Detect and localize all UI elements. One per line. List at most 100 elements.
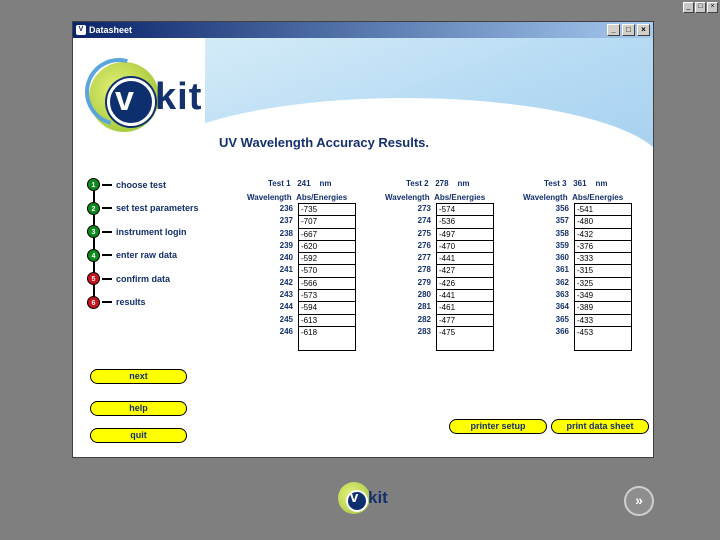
step-set-test-parameters[interactable]: 2 set test parameters: [87, 197, 199, 221]
abs-cell[interactable]: -432: [575, 229, 631, 241]
abs-cell[interactable]: -376: [575, 241, 631, 254]
step-label: enter raw data: [116, 250, 178, 261]
abs-cell[interactable]: -333: [575, 253, 631, 266]
vkit-logo: v kit: [73, 45, 211, 142]
abs-cell[interactable]: -470: [437, 241, 493, 254]
abs-cell[interactable]: -707: [299, 216, 355, 229]
wavelength-cell: 366: [555, 326, 569, 336]
printer-setup-button[interactable]: printer setup: [449, 419, 547, 434]
abs-cell[interactable]: -349: [575, 290, 631, 303]
abs-cell[interactable]: -566: [299, 278, 355, 291]
test-3-columns: Wavelength Abs/Energies: [523, 193, 624, 202]
step-6-icon: 6: [87, 295, 100, 309]
abs-cell[interactable]: -618: [299, 327, 355, 339]
wavelength-cell: 364: [555, 302, 569, 312]
desktop-maximize-icon[interactable]: □: [695, 2, 706, 13]
wavelength-cell: 242: [279, 277, 293, 287]
wavelength-cell: 241: [279, 265, 293, 275]
test-1-header: Test 1 241 nm: [268, 179, 332, 188]
step-confirm-data[interactable]: 5 confirm data: [87, 267, 199, 291]
wavelength-cell: 280: [417, 290, 431, 300]
step-label: instrument login: [116, 226, 187, 237]
step-label: set test parameters: [116, 203, 199, 214]
abs-cell[interactable]: -536: [437, 216, 493, 229]
help-button[interactable]: help: [90, 401, 187, 416]
wavelength-cell: 360: [555, 253, 569, 263]
test-3-values: -541 -480 -432 -376 -333 -315 -325 -349 …: [574, 203, 632, 351]
abs-cell[interactable]: -325: [575, 278, 631, 291]
wavelength-cell: 282: [417, 314, 431, 324]
app-icon: V: [76, 24, 86, 35]
abs-cell[interactable]: -426: [437, 278, 493, 291]
abs-cell[interactable]: -620: [299, 241, 355, 254]
abs-cell[interactable]: -441: [437, 290, 493, 303]
wavelength-cell: 275: [417, 228, 431, 238]
abs-cell[interactable]: -667: [299, 229, 355, 241]
close-button[interactable]: ×: [637, 24, 650, 36]
abs-cell[interactable]: -389: [575, 302, 631, 315]
abs-cell[interactable]: -592: [299, 253, 355, 266]
abs-cell[interactable]: -497: [437, 229, 493, 241]
window-title: Datasheet: [89, 25, 133, 35]
step-3-icon: 3: [87, 225, 100, 239]
step-enter-raw-data[interactable]: 4 enter raw data: [87, 244, 199, 268]
wavelength-cell: 245: [279, 314, 293, 324]
quit-button[interactable]: quit: [90, 428, 187, 443]
abs-cell[interactable]: -315: [575, 265, 631, 278]
wavelength-cell: 358: [555, 228, 569, 238]
step-results[interactable]: 6 results: [87, 291, 199, 315]
test-1-columns: Wavelength Abs/Energies: [247, 193, 348, 202]
abs-cell[interactable]: -735: [299, 204, 355, 217]
test-2-values: -574 -536 -497 -470 -441 -427 -426 -441 …: [436, 203, 494, 351]
page-title: UV Wavelength Accuracy Results.: [219, 135, 429, 150]
abs-cell[interactable]: -570: [299, 265, 355, 278]
desktop-minimize-icon[interactable]: _: [683, 2, 694, 13]
abs-cell[interactable]: -480: [575, 216, 631, 229]
wavelength-cell: 363: [555, 290, 569, 300]
wavelength-cell: 365: [555, 314, 569, 324]
wavelength-cell: 274: [417, 216, 431, 226]
next-button[interactable]: next: [90, 369, 187, 384]
step-5-icon: 5: [87, 272, 100, 286]
abs-cell[interactable]: -573: [299, 290, 355, 303]
abs-cell[interactable]: -541: [575, 204, 631, 217]
abs-cell[interactable]: -441: [437, 253, 493, 266]
desktop-close-icon[interactable]: ×: [707, 2, 718, 13]
wavelength-cell: 279: [417, 277, 431, 287]
step-instrument-login[interactable]: 3 instrument login: [87, 220, 199, 244]
test-2-columns: Wavelength Abs/Energies: [385, 193, 486, 202]
test-3-wavelengths: 356 357 358 359 360 361 362 363 364 365 …: [541, 203, 569, 338]
wavelength-cell: 276: [417, 240, 431, 250]
wavelength-cell: 238: [279, 228, 293, 238]
print-data-sheet-button[interactable]: print data sheet: [551, 419, 649, 434]
abs-cell[interactable]: -461: [437, 302, 493, 315]
datasheet-window: V Datasheet _ □ × v kit UV Wavelength Acc…: [72, 21, 654, 458]
abs-cell[interactable]: -427: [437, 265, 493, 278]
minimize-button[interactable]: _: [607, 24, 620, 36]
wavelength-cell: 236: [279, 204, 293, 213]
abs-cell[interactable]: -433: [575, 315, 631, 327]
wavelength-cell: 237: [279, 216, 293, 226]
wavelength-cell: 356: [555, 204, 569, 213]
abs-cell[interactable]: -453: [575, 327, 631, 339]
abs-cell[interactable]: -594: [299, 302, 355, 315]
wavelength-cell: 357: [555, 216, 569, 226]
abs-cell[interactable]: -477: [437, 315, 493, 327]
step-2-icon: 2: [87, 201, 100, 215]
test-2-header: Test 2 278 nm: [406, 179, 470, 188]
abs-cell[interactable]: -613: [299, 315, 355, 327]
wavelength-cell: 278: [417, 265, 431, 275]
maximize-button[interactable]: □: [622, 24, 635, 36]
wavelength-cell: 281: [417, 302, 431, 312]
wavelength-cell: 277: [417, 253, 431, 263]
forward-icon[interactable]: »: [624, 486, 654, 516]
step-choose-test[interactable]: 1 choose test: [87, 173, 199, 197]
test-1-wavelengths: 236 237 238 239 240 241 242 243 244 245 …: [265, 203, 293, 338]
abs-cell[interactable]: -475: [437, 327, 493, 339]
abs-cell[interactable]: -574: [437, 204, 493, 217]
step-label: results: [116, 297, 146, 308]
wavelength-cell: 361: [555, 265, 569, 275]
test-1-values: -735 -707 -667 -620 -592 -570 -566 -573 …: [298, 203, 356, 351]
wavelength-cell: 273: [417, 204, 431, 213]
step-label: choose test: [116, 179, 167, 190]
